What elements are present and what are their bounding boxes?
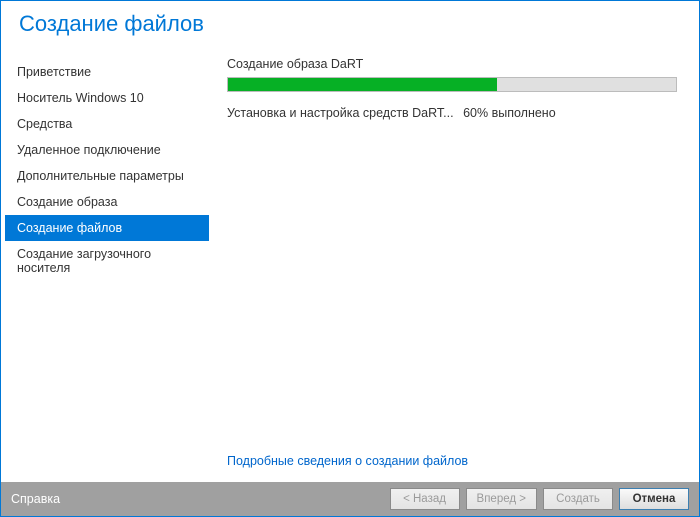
help-link[interactable]: Справка	[11, 492, 60, 506]
wizard-header: Создание файлов	[1, 1, 699, 51]
progress-fill	[228, 78, 497, 91]
wizard-footer: Справка < Назад Вперед > Создать Отмена	[1, 482, 699, 516]
next-button[interactable]: Вперед >	[466, 488, 537, 510]
spacer	[227, 120, 677, 444]
cancel-button[interactable]: Отмена	[619, 488, 689, 510]
wizard-steps-sidebar: Приветствие Носитель Windows 10 Средства…	[5, 51, 209, 482]
sidebar-item-tools[interactable]: Средства	[5, 111, 209, 137]
sidebar-item-welcome[interactable]: Приветствие	[5, 59, 209, 85]
sidebar-item-bootable-media[interactable]: Создание загрузочного носителя	[5, 241, 209, 281]
back-button[interactable]: < Назад	[390, 488, 460, 510]
main-panel: Создание образа DaRT Установка и настрой…	[209, 51, 699, 482]
status-percent: 60% выполнено	[463, 106, 556, 120]
page-title: Создание файлов	[19, 11, 681, 37]
sidebar-item-media[interactable]: Носитель Windows 10	[5, 85, 209, 111]
details-link[interactable]: Подробные сведения о создании файлов	[227, 444, 677, 482]
section-title: Создание образа DaRT	[227, 57, 677, 71]
status-text: Установка и настройка средств DaRT...	[227, 106, 454, 120]
sidebar-item-remote[interactable]: Удаленное подключение	[5, 137, 209, 163]
content-area: Приветствие Носитель Windows 10 Средства…	[1, 51, 699, 482]
create-button[interactable]: Создать	[543, 488, 613, 510]
status-line: Установка и настройка средств DaRT... 60…	[227, 106, 677, 120]
sidebar-item-create-files[interactable]: Создание файлов	[5, 215, 209, 241]
sidebar-item-create-image[interactable]: Создание образа	[5, 189, 209, 215]
progress-bar	[227, 77, 677, 92]
sidebar-item-advanced[interactable]: Дополнительные параметры	[5, 163, 209, 189]
